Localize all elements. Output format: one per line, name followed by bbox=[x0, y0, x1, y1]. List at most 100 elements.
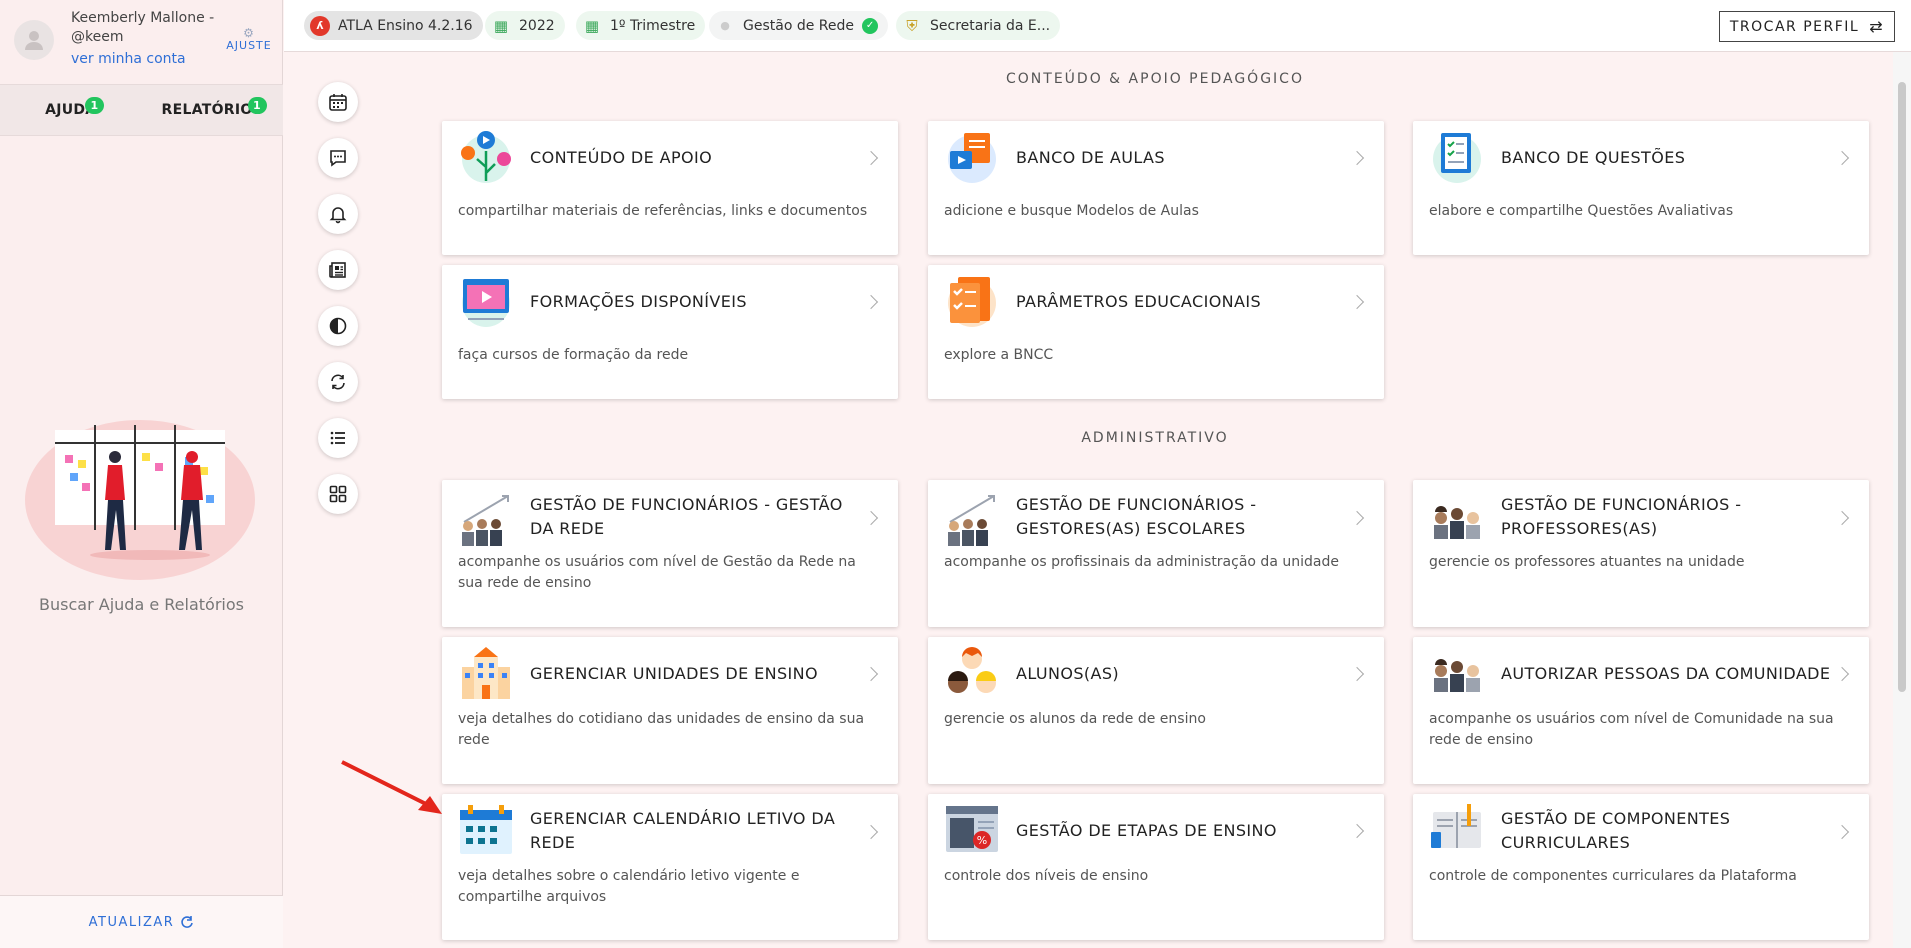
role-chip[interactable]: ● Gestão de Rede ✓ bbox=[709, 11, 889, 40]
card-title: FORMAÇÕES DISPONÍVEIS bbox=[530, 292, 747, 311]
card-etapas-ensino[interactable]: % GESTÃO DE ETAPAS DE ENSINO controle do… bbox=[928, 794, 1384, 940]
grade-levels-icon: % bbox=[946, 806, 998, 852]
main-scrollbar[interactable] bbox=[1893, 52, 1911, 948]
chevron-right-icon bbox=[1349, 823, 1365, 839]
my-account-link[interactable]: ver minha conta bbox=[71, 51, 186, 67]
year-chip[interactable]: ▦ 2022 bbox=[485, 11, 565, 40]
user-box: Keemberly Mallone - @keem ver minha cont… bbox=[0, 0, 282, 84]
sync-icon[interactable] bbox=[318, 362, 358, 402]
grid-icon[interactable] bbox=[318, 474, 358, 514]
tab-relatorios[interactable]: RELATÓRIOS 1 bbox=[142, 85, 284, 135]
card-alunos[interactable]: ALUNOS(AS) gerencie os alunos da rede de… bbox=[928, 637, 1384, 784]
card-funcionarios-gestao-rede[interactable]: GESTÃO DE FUNCIONÁRIOS - GESTÃO DA REDE … bbox=[442, 480, 898, 627]
card-parametros[interactable]: PARÂMETROS EDUCACIONAIS explore a BNCC bbox=[928, 265, 1384, 399]
list-icon[interactable] bbox=[318, 418, 358, 458]
bell-icon[interactable] bbox=[318, 194, 358, 234]
card-description: controle de componentes curriculares da … bbox=[1429, 868, 1797, 884]
top-bar: ʎ ATLA Ensino 4.2.16 ▦ 2022 ▦ 1º Trimest… bbox=[284, 0, 1911, 52]
card-funcionarios-gestores[interactable]: GESTÃO DE FUNCIONÁRIOS - GESTORES(AS) ES… bbox=[928, 480, 1384, 627]
card-description: adicione e busque Modelos de Aulas bbox=[944, 203, 1199, 219]
card-description: explore a BNCC bbox=[944, 347, 1054, 363]
tab-ajuda[interactable]: AJUDA 1 bbox=[0, 85, 142, 135]
chip-label: ATLA Ensino 4.2.16 bbox=[338, 17, 473, 34]
chip-label: 1º Trimestre bbox=[610, 17, 696, 34]
help-illustration bbox=[25, 420, 255, 580]
left-sidebar: Keemberly Mallone - @keem ver minha cont… bbox=[0, 0, 283, 948]
card-description: acompanhe os usuários com nível de Comun… bbox=[1429, 711, 1834, 748]
chip-label: Secretaria da E... bbox=[930, 17, 1051, 34]
card-conteudo-apoio[interactable]: CONTEÚDO DE APOIO compartilhar materiais… bbox=[442, 121, 898, 255]
notification-badge: 1 bbox=[247, 97, 267, 114]
chevron-right-icon bbox=[863, 510, 879, 526]
card-banco-questoes[interactable]: BANCO DE QUESTÕES elabore e compartilhe … bbox=[1413, 121, 1869, 255]
staff-growth-icon bbox=[462, 495, 509, 546]
students-icon bbox=[948, 647, 996, 693]
card-formacoes[interactable]: FORMAÇÕES DISPONÍVEIS faça cursos de for… bbox=[442, 265, 898, 399]
calendar-icon[interactable] bbox=[318, 82, 358, 122]
calendar-icon: ▦ bbox=[584, 16, 600, 35]
scrollbar-thumb[interactable] bbox=[1898, 82, 1906, 692]
card-title: GESTÃO DE ETAPAS DE ENSINO bbox=[1016, 821, 1277, 840]
school-calendar-icon bbox=[460, 805, 512, 854]
community-group-icon bbox=[1434, 659, 1480, 692]
card-funcionarios-professores[interactable]: GESTÃO DE FUNCIONÁRIOS - PROFESSORES(AS)… bbox=[1413, 480, 1869, 627]
checklist-icon bbox=[948, 277, 996, 327]
contrast-icon[interactable] bbox=[318, 306, 358, 346]
chevron-right-icon bbox=[1834, 666, 1850, 682]
quick-actions-rail bbox=[318, 82, 358, 530]
card-description: compartilhar materiais de referências, l… bbox=[458, 203, 868, 219]
update-button[interactable]: ATUALIZAR bbox=[0, 895, 283, 948]
section-title-pedagogico: CONTEÚDO & APOIO PEDAGÓGICO bbox=[1006, 71, 1304, 87]
card-description: acompanhe os profissinais da administraç… bbox=[944, 554, 1339, 570]
period-chip[interactable]: ▦ 1º Trimestre bbox=[576, 11, 706, 40]
card-title: GESTÃO DE COMPONENTES CURRICULARES bbox=[1501, 809, 1731, 852]
calendar-icon: ▦ bbox=[493, 16, 509, 35]
switch-profile-button[interactable]: TROCAR PERFIL ⇄ bbox=[1719, 11, 1895, 42]
card-title: ALUNOS(AS) bbox=[1016, 664, 1120, 683]
card-title: BANCO DE QUESTÕES bbox=[1501, 148, 1686, 167]
card-description: veja detalhes do cotidiano das unidades … bbox=[458, 711, 865, 748]
staff-growth-icon bbox=[948, 495, 995, 546]
card-description: veja detalhes sobre o calendário letivo … bbox=[458, 868, 800, 905]
chevron-right-icon bbox=[863, 824, 879, 840]
app-version-chip[interactable]: ʎ ATLA Ensino 4.2.16 bbox=[304, 11, 483, 40]
card-title: CONTEÚDO DE APOIO bbox=[530, 148, 713, 167]
swap-icon: ⇄ bbox=[1869, 17, 1885, 36]
chevron-right-icon bbox=[1834, 150, 1850, 166]
card-title: PARÂMETROS EDUCACIONAIS bbox=[1016, 292, 1262, 311]
user-icon: ● bbox=[720, 19, 730, 32]
check-icon: ✓ bbox=[862, 17, 879, 34]
card-description: elabore e compartilhe Questões Avaliativ… bbox=[1429, 203, 1734, 219]
card-description: controle dos níveis de ensino bbox=[944, 868, 1149, 884]
card-calendario-letivo[interactable]: GERENCIAR CALENDÁRIO LETIVO DA REDE veja… bbox=[442, 794, 898, 940]
chevron-right-icon bbox=[1349, 150, 1365, 166]
sidebar-tabs: AJUDA 1 RELATÓRIOS 1 bbox=[0, 84, 283, 136]
card-pessoas-comunidade[interactable]: AUTORIZAR PESSOAS DA COMUNIDADE acompanh… bbox=[1413, 637, 1869, 784]
card-title: GESTÃO DE FUNCIONÁRIOS - PROFESSORES(AS) bbox=[1501, 495, 1742, 538]
settings-button[interactable]: ⚙ AJUSTE bbox=[223, 27, 275, 52]
institution-chip[interactable]: ⛨ Secretaria da E... bbox=[896, 11, 1061, 40]
support-content-icon bbox=[461, 131, 511, 183]
chat-icon[interactable] bbox=[318, 138, 358, 178]
chip-label: 2022 bbox=[519, 17, 555, 34]
settings-label: AJUSTE bbox=[226, 39, 272, 52]
card-description: acompanhe os usuários com nível de Gestã… bbox=[458, 554, 856, 591]
notification-badge: 1 bbox=[85, 97, 104, 114]
card-unidades-ensino[interactable]: GERENCIAR UNIDADES DE ENSINO veja detalh… bbox=[442, 637, 898, 784]
help-search-text: Buscar Ajuda e Relatórios bbox=[39, 595, 244, 614]
card-banco-aulas[interactable]: BANCO DE AULAS adicione e busque Modelos… bbox=[928, 121, 1384, 255]
chevron-right-icon bbox=[1349, 666, 1365, 682]
chevron-right-icon bbox=[863, 150, 879, 166]
card-title: GERENCIAR CALENDÁRIO LETIVO DA REDE bbox=[530, 809, 836, 852]
crest-icon: ⛨ bbox=[906, 16, 918, 35]
card-componentes-curriculares[interactable]: GESTÃO DE COMPONENTES CURRICULARES contr… bbox=[1413, 794, 1869, 940]
chevron-right-icon bbox=[863, 666, 879, 682]
switch-profile-label: TROCAR PERFIL bbox=[1729, 18, 1860, 35]
card-title: BANCO DE AULAS bbox=[1016, 148, 1165, 167]
card-title: GESTÃO DE FUNCIONÁRIOS - GESTÃO DA REDE bbox=[530, 495, 843, 538]
avatar[interactable] bbox=[14, 20, 54, 60]
newspaper-icon[interactable] bbox=[318, 250, 358, 290]
chevron-right-icon bbox=[863, 294, 879, 310]
chevron-right-icon bbox=[1349, 294, 1365, 310]
chevron-right-icon bbox=[1349, 510, 1365, 526]
